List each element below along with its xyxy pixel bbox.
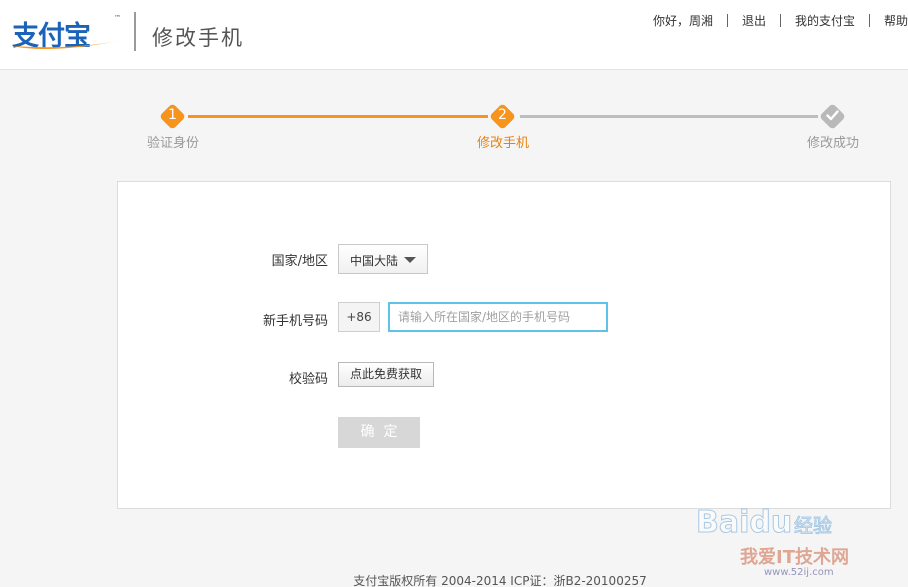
step-connector-done [188,115,488,118]
progress-steps: 1 2 验证身份 修改手机 修改成功 [0,100,908,160]
step-2-label: 修改手机 [476,136,529,151]
verification-code-label: 校验码 [288,372,328,387]
watermark-jingyan: 经验 [793,515,833,538]
page-title: 修改手机 [152,26,244,50]
confirm-button[interactable]: 确定 [338,417,420,448]
step-1-marker: 1 [159,103,186,130]
page-header: 支付宝 ™ 修改手机 你好，周湘 退出 我的支付宝 帮助 [0,0,908,70]
country-select-value: 中国大陆 [350,254,399,268]
get-sms-code-button[interactable]: 点此免费获取 [338,362,434,387]
logo-swoosh-icon [12,41,118,50]
logo-trademark: ™ [114,14,121,22]
phone-label: 新手机号码 [262,314,328,329]
top-nav: 你好，周湘 退出 我的支付宝 帮助 [639,12,908,29]
checkmark-icon [826,110,839,121]
area-code-badge: +86 [338,302,380,332]
chevron-down-icon [404,257,416,263]
country-select[interactable]: 中国大陆 [338,244,428,274]
phone-input[interactable] [388,302,608,332]
step-3-label: 修改成功 [806,136,859,151]
help-link[interactable]: 帮助 [870,12,908,29]
step-connector-todo [520,115,818,118]
step-1-number: 1 [168,107,177,123]
header-divider [134,12,136,51]
watermark-baidu: Baidu [695,505,793,541]
logout-link[interactable]: 退出 [728,12,780,29]
form-card [117,181,891,509]
watermark-site: 我爱IT技术网 [740,547,849,568]
my-alipay-link[interactable]: 我的支付宝 [781,12,869,29]
step-2-number: 2 [498,107,507,123]
alipay-logo[interactable]: 支付宝 ™ [10,14,122,54]
step-2-marker: 2 [489,103,516,130]
step-1-label: 验证身份 [146,136,199,151]
footer-copyright: 支付宝版权所有 2004-2014 ICP证：浙B2-20100257 [353,574,647,587]
step-3-marker [819,103,846,130]
greeting-link[interactable]: 你好，周湘 [639,12,727,29]
country-label: 国家/地区 [271,254,328,269]
